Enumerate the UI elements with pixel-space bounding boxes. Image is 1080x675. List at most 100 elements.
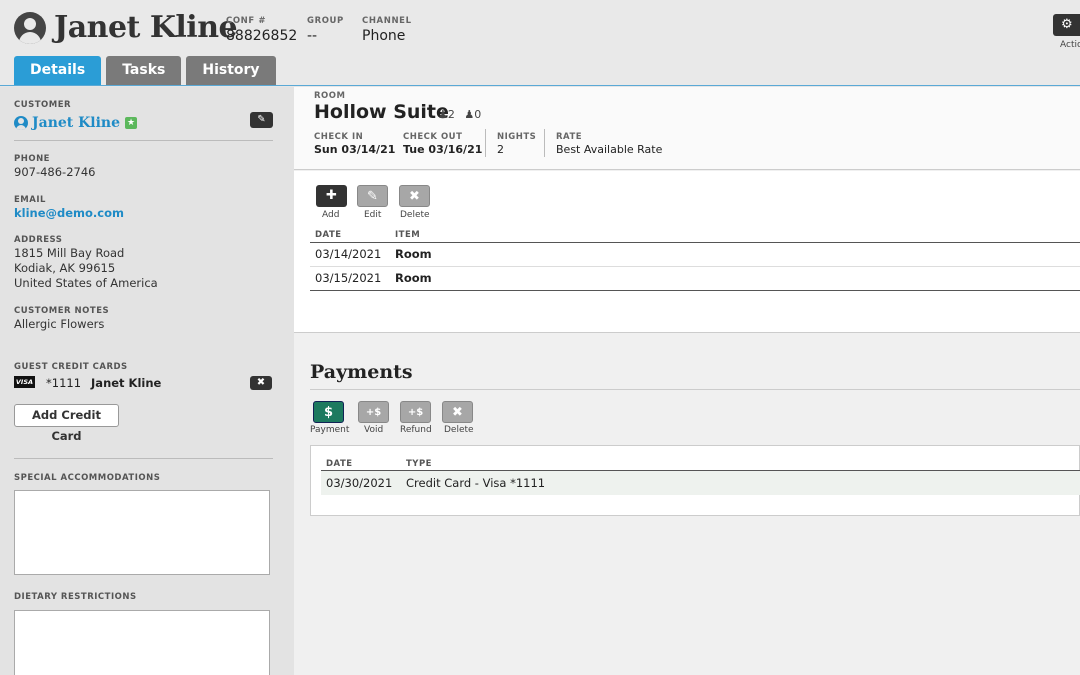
customer-name: Janet Kline bbox=[32, 115, 121, 131]
nights-label: NIGHTS bbox=[497, 132, 537, 142]
address-label: ADDRESS bbox=[14, 235, 63, 245]
type-column-header: TYPE bbox=[406, 459, 432, 469]
address-line3: United States of America bbox=[14, 276, 158, 290]
email-label: EMAIL bbox=[14, 195, 46, 205]
star-icon: ★ bbox=[125, 117, 138, 129]
item-column-header: ITEM bbox=[395, 230, 421, 240]
conf-number: CONF # 88826852 bbox=[226, 16, 298, 44]
main-content: ROOM Hollow Suite ♟2 ♟0 CHECK IN Sun 03/… bbox=[294, 87, 1080, 675]
pencil-icon: ✎ bbox=[257, 114, 266, 125]
special-accommodations-label: SPECIAL ACCOMMODATIONS bbox=[14, 473, 161, 483]
guest-name: Janet Kline bbox=[54, 10, 238, 45]
refund-icon: +$ bbox=[407, 407, 424, 418]
occupancy: ♟2 ♟0 bbox=[438, 108, 481, 121]
edit-customer-button[interactable]: ✎ bbox=[250, 112, 273, 128]
actions-button[interactable]: ⚙ bbox=[1053, 14, 1080, 36]
date-column-header: DATE bbox=[315, 230, 342, 240]
pencil-icon: ✎ bbox=[367, 189, 378, 204]
card-number: *1111 bbox=[46, 376, 82, 390]
rate-label: RATE bbox=[556, 132, 583, 142]
payment-date: 03/30/2021 bbox=[326, 476, 393, 490]
remove-card-button[interactable]: ✖ bbox=[250, 376, 272, 390]
date-column-header: DATE bbox=[326, 459, 353, 469]
add-label: Add bbox=[322, 210, 340, 220]
cards-label: GUEST CREDIT CARDS bbox=[14, 362, 128, 372]
phone-label: PHONE bbox=[14, 154, 50, 164]
adult-count: 2 bbox=[447, 108, 455, 121]
user-avatar-icon bbox=[14, 11, 46, 44]
address-line2: Kodiak, AK 99615 bbox=[14, 261, 116, 275]
divider bbox=[310, 242, 1080, 243]
dollar-icon: $ bbox=[323, 405, 334, 420]
table-row-item: Room bbox=[395, 271, 432, 285]
checkout-label: CHECK OUT bbox=[403, 132, 463, 142]
room-card: ROOM Hollow Suite ♟2 ♟0 CHECK IN Sun 03/… bbox=[294, 87, 1080, 170]
refund-label: Refund bbox=[400, 425, 432, 435]
table-row-date: 03/14/2021 bbox=[315, 247, 382, 261]
divider bbox=[310, 389, 1080, 390]
plus-icon: ✚ bbox=[326, 188, 337, 203]
delete-payment-label: Delete bbox=[444, 425, 474, 435]
checkin-label: CHECK IN bbox=[314, 132, 364, 142]
payment-button[interactable]: $ bbox=[313, 401, 344, 423]
table-row-date: 03/15/2021 bbox=[315, 271, 382, 285]
divider bbox=[310, 266, 1080, 267]
close-icon: ✖ bbox=[452, 405, 463, 420]
customer-sidebar: CUSTOMER Janet Kline ★ ✎ PHONE 907-486-2… bbox=[0, 87, 294, 675]
channel-field: CHANNEL Phone bbox=[362, 16, 412, 44]
gear-icon: ⚙ bbox=[1061, 17, 1073, 32]
tab-history[interactable]: History bbox=[186, 56, 276, 85]
rate-value: Best Available Rate bbox=[556, 143, 663, 156]
divider bbox=[14, 140, 273, 141]
divider bbox=[544, 129, 545, 157]
adult-icon: ♟ bbox=[438, 108, 448, 121]
edit-button[interactable]: ✎ bbox=[357, 185, 388, 207]
void-button[interactable]: +$ bbox=[358, 401, 389, 423]
checkout-value: Tue 03/16/21 bbox=[403, 143, 483, 156]
reservation-header: Janet Kline CONF # 88826852 GROUP -- CHA… bbox=[0, 0, 1080, 86]
add-credit-card-button[interactable]: Add Credit Card bbox=[14, 404, 119, 443]
charges-panel: ✚ Add ✎ Edit ✖ Delete DATE ITEM 03/14/20… bbox=[294, 171, 1080, 333]
notes-label: CUSTOMER NOTES bbox=[14, 306, 110, 316]
nights-value: 2 bbox=[497, 143, 504, 156]
delete-button[interactable]: ✖ bbox=[399, 185, 430, 207]
add-button[interactable]: ✚ bbox=[316, 185, 347, 207]
divider bbox=[485, 129, 486, 157]
void-label: Void bbox=[364, 425, 384, 435]
void-icon: +$ bbox=[365, 407, 382, 418]
tab-details[interactable]: Details bbox=[14, 56, 102, 85]
child-count: 0 bbox=[474, 108, 482, 121]
actions-label: Actio bbox=[1060, 40, 1080, 50]
user-icon bbox=[14, 116, 28, 130]
group-field: GROUP -- bbox=[307, 16, 344, 44]
room-name: Hollow Suite bbox=[314, 101, 449, 123]
room-label: ROOM bbox=[314, 91, 346, 101]
close-icon: ✖ bbox=[256, 377, 266, 388]
credit-card-entry: *1111 Janet Kline bbox=[46, 376, 161, 390]
email-link[interactable]: kline@demo.com bbox=[14, 206, 124, 221]
close-icon: ✖ bbox=[409, 189, 420, 204]
divider bbox=[14, 458, 273, 459]
refund-button[interactable]: +$ bbox=[400, 401, 431, 423]
payments-table: DATE TYPE 03/30/2021 Credit Card - Visa … bbox=[310, 445, 1080, 516]
notes-value: Allergic Flowers bbox=[14, 317, 105, 331]
special-accommodations-input[interactable] bbox=[14, 490, 270, 575]
delete-payment-button[interactable]: ✖ bbox=[442, 401, 473, 423]
tab-tasks[interactable]: Tasks bbox=[106, 56, 182, 85]
child-icon: ♟ bbox=[464, 108, 475, 121]
customer-label: CUSTOMER bbox=[14, 100, 72, 110]
payment-label: Payment bbox=[310, 425, 350, 435]
table-row-item: Room bbox=[395, 247, 432, 261]
card-holder: Janet Kline bbox=[91, 376, 162, 390]
guest-title: Janet Kline bbox=[14, 10, 238, 45]
delete-label: Delete bbox=[400, 210, 430, 220]
payment-type: Credit Card - Visa *1111 bbox=[406, 476, 546, 490]
payments-title: Payments bbox=[310, 361, 413, 383]
phone-value: 907-486-2746 bbox=[14, 165, 96, 179]
dietary-restrictions-label: DIETARY RESTRICTIONS bbox=[14, 592, 137, 602]
dietary-restrictions-input[interactable] bbox=[14, 610, 270, 675]
table-row[interactable]: 03/30/2021 Credit Card - Visa *1111 bbox=[321, 471, 1080, 495]
edit-label: Edit bbox=[364, 210, 382, 220]
customer-link[interactable]: Janet Kline ★ bbox=[14, 115, 138, 131]
checkin-value: Sun 03/14/21 bbox=[314, 143, 396, 156]
